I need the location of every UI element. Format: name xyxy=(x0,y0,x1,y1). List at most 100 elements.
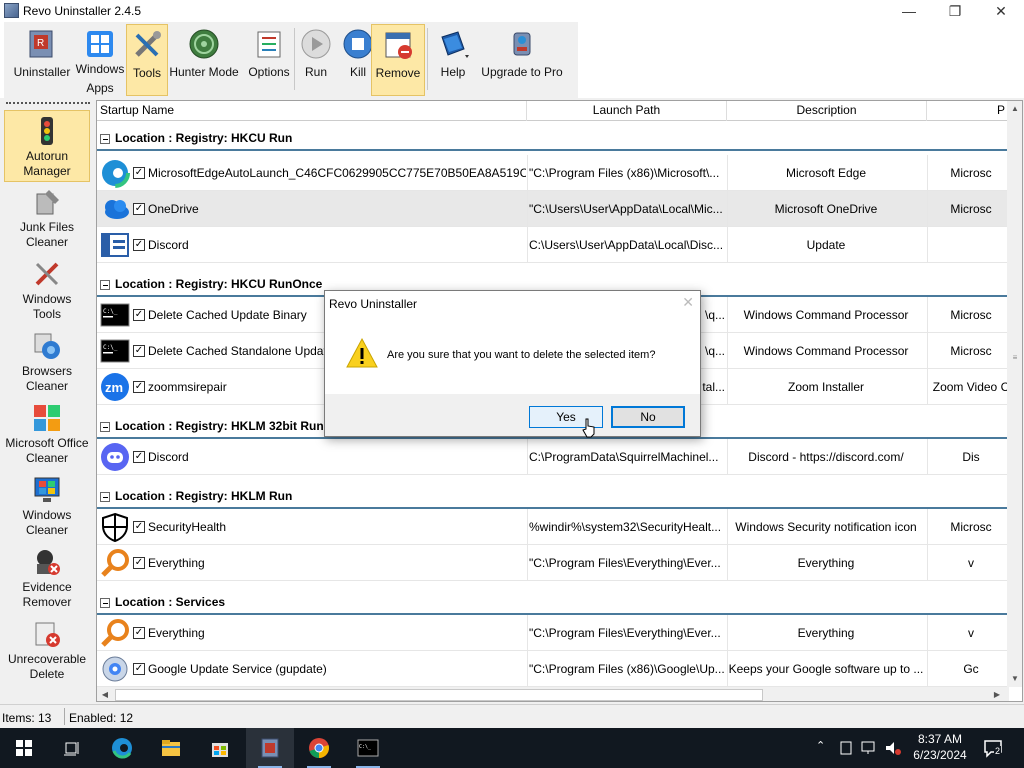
column-divider xyxy=(927,651,928,687)
collapse-toggle[interactable] xyxy=(100,280,110,290)
description: Everything xyxy=(797,626,855,640)
remove-button[interactable]: Remove xyxy=(371,24,425,96)
enabled-checkbox[interactable]: ✓ xyxy=(133,627,145,639)
upgrade-to-pro-button[interactable]: Upgrade to Pro xyxy=(476,24,568,96)
taskbar-edge[interactable] xyxy=(98,728,146,768)
scroll-up-arrow[interactable]: ▲ xyxy=(1007,101,1022,117)
enabled-checkbox[interactable]: ✓ xyxy=(133,309,145,321)
svg-text:C:\_: C:\_ xyxy=(103,308,118,315)
nav-windows-cleaner[interactable]: Windows Cleaner xyxy=(4,470,90,542)
enabled-count: Enabled: 12 xyxy=(69,711,134,725)
startup-name: Everything xyxy=(148,556,205,570)
publisher: Microsc xyxy=(950,344,992,358)
taskbar-chrome[interactable] xyxy=(295,728,343,768)
column-divider xyxy=(927,155,928,191)
table-row[interactable]: ✓ Everything "C:\Program Files\Everythin… xyxy=(97,545,1009,581)
notification-center-button[interactable]: 2 xyxy=(982,737,1004,759)
enabled-checkbox[interactable]: ✓ xyxy=(133,557,145,569)
enabled-checkbox[interactable]: ✓ xyxy=(133,451,145,463)
tools-button[interactable]: Tools xyxy=(126,24,168,96)
svg-text:zm: zm xyxy=(105,380,123,395)
enabled-checkbox[interactable]: ✓ xyxy=(133,239,145,251)
table-row[interactable]: ✓ Discord C:\ProgramData\SquirrelMachine… xyxy=(97,439,1009,475)
column-divider xyxy=(527,227,528,263)
enabled-checkbox[interactable]: ✓ xyxy=(133,521,145,533)
scroll-left-arrow[interactable]: ◀ xyxy=(97,687,113,701)
description: Windows Command Processor xyxy=(743,308,909,322)
description: Windows Security notification icon xyxy=(735,520,917,534)
revo-uninstaller-icon xyxy=(261,738,279,758)
taskbar-file-explorer[interactable] xyxy=(147,728,195,768)
table-row[interactable]: ✓ OneDrive "C:\Users\User\AppData\Local\… xyxy=(97,191,1009,227)
network-icon[interactable] xyxy=(860,740,878,756)
nav-unrecoverable-delete[interactable]: Unrecoverable Delete xyxy=(4,614,90,686)
publisher: Gc xyxy=(963,662,979,676)
table-row[interactable]: ✓ MicrosoftEdgeAutoLaunch_C46CFC0629905C… xyxy=(97,155,1009,191)
toolbar: R Uninstaller Windows Apps Tools Hunter … xyxy=(0,22,1024,98)
enabled-checkbox[interactable]: ✓ xyxy=(133,663,145,675)
browsers-cleaner-icon xyxy=(34,333,60,359)
close-button[interactable]: ✕ xyxy=(978,0,1024,22)
run-button[interactable]: Run xyxy=(296,24,336,96)
enabled-checkbox[interactable]: ✓ xyxy=(133,203,145,215)
enabled-checkbox[interactable]: ✓ xyxy=(133,167,145,179)
system-clock[interactable]: 8:37 AM 6/23/2024 xyxy=(896,731,984,763)
column-description[interactable]: Description xyxy=(727,101,927,121)
nav-junk-files-cleaner[interactable]: Junk Files Cleaner xyxy=(4,182,90,254)
collapse-toggle[interactable] xyxy=(100,134,110,144)
table-row[interactable]: ✓ SecurityHealth %windir%\system32\Secur… xyxy=(97,509,1009,545)
enabled-checkbox[interactable]: ✓ xyxy=(133,381,145,393)
maximize-button[interactable]: ❐ xyxy=(932,0,978,22)
windows-apps-icon xyxy=(87,31,113,57)
scroll-right-arrow[interactable]: ▶ xyxy=(989,687,1005,701)
svg-text:C:\_: C:\_ xyxy=(103,344,118,351)
help-button[interactable]: Help xyxy=(430,24,476,96)
vertical-scrollbar[interactable]: ▲ ≡ ▼ xyxy=(1007,101,1022,687)
table-row[interactable]: ✓ Discord C:\Users\User\AppData\Local\Di… xyxy=(97,227,1009,263)
scroll-down-arrow[interactable]: ▼ xyxy=(1007,671,1022,687)
collapse-toggle[interactable] xyxy=(100,598,110,608)
hunter-mode-icon xyxy=(189,29,219,59)
start-button[interactable] xyxy=(0,728,48,768)
left-navigation: Autorun Manager Junk Files Cleaner Windo… xyxy=(0,100,94,702)
options-button[interactable]: Options xyxy=(244,24,294,96)
show-hidden-icons-chevron-icon[interactable]: ⌃ xyxy=(816,739,825,752)
nav-browsers-cleaner[interactable]: Browsers Cleaner xyxy=(4,326,90,398)
taskbar-command-prompt[interactable]: C:\_ xyxy=(344,728,392,768)
nav-divider xyxy=(6,102,90,104)
command-prompt-icon: C:\_ xyxy=(357,739,379,757)
notification-count: 2 xyxy=(994,746,1002,756)
collapse-toggle[interactable] xyxy=(100,492,110,502)
horizontal-scroll-thumb[interactable] xyxy=(115,689,763,701)
table-row[interactable]: ✓ Google Update Service (gupdate) "C:\Pr… xyxy=(97,651,1009,687)
column-startup-name[interactable]: Startup Name xyxy=(97,101,527,121)
table-row[interactable]: ✓ Everything "C:\Program Files\Everythin… xyxy=(97,615,1009,651)
uninstaller-button[interactable]: R Uninstaller xyxy=(8,24,76,96)
no-button[interactable]: No xyxy=(611,406,685,428)
confirm-delete-dialog: Revo Uninstaller ✕ Are you sure that you… xyxy=(324,290,701,437)
taskbar-store[interactable] xyxy=(196,728,244,768)
svg-text:R: R xyxy=(37,38,44,49)
minimize-button[interactable]: — xyxy=(886,0,932,22)
startup-name: OneDrive xyxy=(148,202,199,216)
nav-evidence-remover[interactable]: Evidence Remover xyxy=(4,542,90,614)
horizontal-scrollbar[interactable]: ◀ ▶ xyxy=(97,687,1009,701)
command-prompt-icon: C:\_ xyxy=(100,339,130,363)
nav-windows-tools[interactable]: Windows Tools xyxy=(4,254,90,326)
enabled-checkbox[interactable]: ✓ xyxy=(133,345,145,357)
dialog-footer: Yes No xyxy=(325,394,700,436)
windows-apps-button[interactable]: Windows Apps xyxy=(72,24,128,96)
scroll-thumb[interactable]: ≡ xyxy=(1010,353,1020,365)
publisher xyxy=(932,227,1009,263)
nav-autorun-manager[interactable]: Autorun Manager xyxy=(4,110,90,182)
collapse-toggle[interactable] xyxy=(100,422,110,432)
mouse-cursor-icon xyxy=(582,418,595,438)
nav-microsoft-office-cleaner[interactable]: Microsoft Office Cleaner xyxy=(4,398,90,470)
task-view-button[interactable] xyxy=(48,728,96,768)
taskbar-revo-uninstaller[interactable] xyxy=(246,728,294,768)
column-launch-path[interactable]: Launch Path xyxy=(527,101,727,121)
hunter-mode-button[interactable]: Hunter Mode xyxy=(166,24,242,96)
dialog-close-button[interactable]: ✕ xyxy=(682,294,694,311)
column-publisher[interactable]: P xyxy=(927,101,1009,121)
device-icon[interactable] xyxy=(838,740,854,756)
